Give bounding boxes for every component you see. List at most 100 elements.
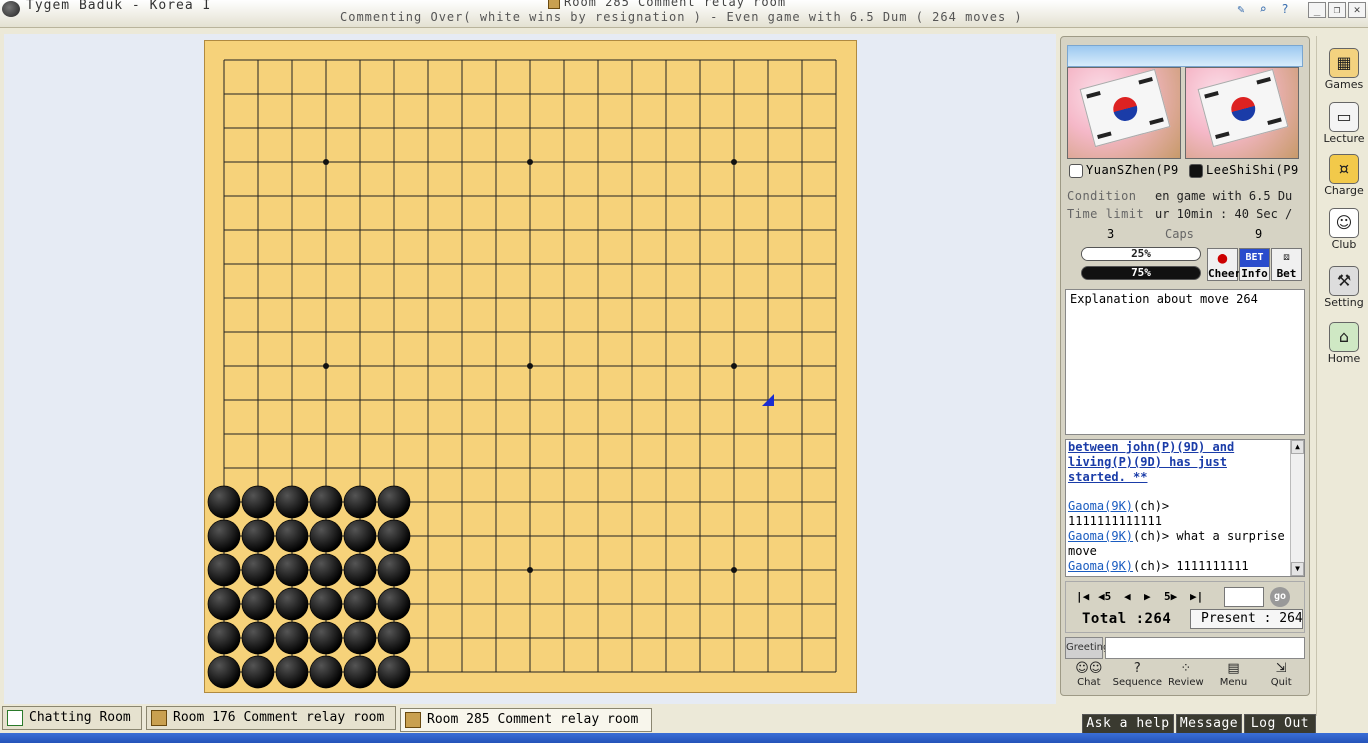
cheer-button[interactable]: ● Cheer <box>1207 248 1241 281</box>
black-stone <box>309 587 343 621</box>
go-board[interactable] <box>204 40 857 693</box>
black-stone <box>377 519 411 553</box>
chat-line: Gaoma(9K)(ch)> 1111111111111 <box>1068 499 1170 528</box>
time-limit-label: Time limit <box>1067 207 1145 221</box>
bet-info-button[interactable]: BET Info <box>1239 248 1270 281</box>
black-stone-icon <box>1189 163 1203 178</box>
rose-icon: ● <box>1217 248 1228 267</box>
star-point <box>731 363 737 369</box>
total-moves: Total :264 <box>1082 611 1172 627</box>
edit-icon[interactable]: ✎ <box>1232 1 1250 17</box>
monitor-icon: ▭ <box>1329 102 1359 132</box>
black-win-bar: 75% <box>1081 266 1201 280</box>
black-stone <box>343 553 377 587</box>
quit-button[interactable]: ⇲ Quit <box>1257 661 1305 693</box>
logout-button[interactable]: Log Out <box>1244 714 1316 734</box>
black-stone <box>377 485 411 519</box>
dice-icon: ⚄ <box>1283 252 1290 263</box>
black-stone <box>207 655 241 689</box>
restore-button[interactable]: ❐ <box>1328 2 1346 18</box>
black-stone <box>343 655 377 689</box>
black-stone <box>377 621 411 655</box>
black-player-avatar <box>1185 67 1299 159</box>
white-player-name[interactable]: YuanSZhen(P9 <box>1069 163 1185 181</box>
tab-room-285[interactable]: Room 285 Comment relay room <box>400 708 652 732</box>
time-limit-value: ur 10min : 40 Sec / <box>1155 207 1293 221</box>
message-button[interactable]: Message <box>1176 714 1242 734</box>
close-button[interactable]: ✕ <box>1348 2 1366 18</box>
chat-log[interactable]: between john(P)(9D) and living(P)(9D) ha… <box>1065 439 1305 577</box>
black-stone <box>309 485 343 519</box>
ask-help-button[interactable]: Ask a help <box>1082 714 1174 734</box>
sidebar-item-club[interactable]: ☺ Club <box>1319 206 1368 256</box>
greeting-input[interactable] <box>1105 637 1305 659</box>
menu-button[interactable]: ▤ Menu <box>1210 661 1258 693</box>
sidebar-item-setting[interactable]: ⚒ Setting <box>1319 264 1368 314</box>
room-title: Room 285 Comment relay room <box>548 0 786 9</box>
sidebar-item-charge[interactable]: ¤ Charge <box>1319 152 1368 202</box>
scroll-up-icon[interactable]: ▲ <box>1291 440 1304 454</box>
room-icon <box>405 712 421 728</box>
black-stone <box>241 587 275 621</box>
search-icon[interactable]: ⌕ <box>1254 1 1272 17</box>
black-stone <box>275 621 309 655</box>
chat-line: Gaoma(9K)(ch)> what a surprise move <box>1068 529 1285 558</box>
star-point <box>323 363 329 369</box>
chat-nick[interactable]: Gaoma(9K) <box>1068 529 1133 543</box>
app-icon <box>2 1 20 17</box>
move-number-input[interactable] <box>1224 587 1264 607</box>
forward-5-button[interactable]: 5▶ <box>1164 590 1177 603</box>
black-stone <box>309 519 343 553</box>
minimize-button[interactable]: _ <box>1308 2 1326 18</box>
sequence-button[interactable]: ? Sequence <box>1113 661 1162 693</box>
black-stone <box>343 587 377 621</box>
black-stone <box>207 485 241 519</box>
black-player-name[interactable]: LeeShiShi(P9 <box>1189 163 1305 181</box>
white-player-avatar <box>1067 67 1181 159</box>
black-captures: 9 <box>1255 227 1263 241</box>
first-move-button[interactable]: |◀ <box>1076 590 1089 603</box>
previous-move-button[interactable]: ◀ <box>1124 590 1131 603</box>
sidebar-item-lecture[interactable]: ▭ Lecture <box>1319 100 1368 150</box>
sidebar-item-home[interactable]: ⌂ Home <box>1319 320 1368 370</box>
sidebar-item-games[interactable]: ▦ Games <box>1319 46 1368 96</box>
bet-button[interactable]: ⚄ Bet <box>1271 248 1302 281</box>
condition-value: en game with 6.5 Du <box>1155 189 1293 203</box>
tools-icon: ⚒ <box>1329 266 1359 296</box>
exit-icon: ⇲ <box>1275 661 1287 676</box>
review-icon: ⁘ <box>1180 661 1192 676</box>
go-board-icon: ▦ <box>1329 48 1359 78</box>
last-move-button[interactable]: ▶| <box>1190 590 1203 603</box>
os-taskbar <box>0 733 1368 743</box>
black-stone <box>241 485 275 519</box>
chat-scrollbar[interactable]: ▲ ▼ <box>1290 440 1304 576</box>
home-icon <box>7 710 23 726</box>
window-controls: _ ❐ ✕ <box>1308 2 1366 18</box>
black-stone <box>207 553 241 587</box>
next-move-button[interactable]: ▶ <box>1144 590 1151 603</box>
black-stone <box>309 655 343 689</box>
board-canvas[interactable] <box>205 41 858 694</box>
review-button[interactable]: ⁘ Review <box>1162 661 1210 693</box>
tab-room-176[interactable]: Room 176 Comment relay room <box>146 706 396 730</box>
app-title: Tygem Baduk - Korea I <box>26 0 212 13</box>
tab-chatting-room[interactable]: Chatting Room <box>2 706 142 730</box>
greeting-label[interactable]: Greeting <box>1065 637 1109 659</box>
scroll-down-icon[interactable]: ▼ <box>1291 562 1304 576</box>
chat-nick[interactable]: Gaoma(9K) <box>1068 499 1133 513</box>
black-stone <box>241 553 275 587</box>
back-5-button[interactable]: ◀5 <box>1098 590 1111 603</box>
go-button[interactable]: go <box>1270 587 1290 607</box>
help-icon[interactable]: ? <box>1276 1 1294 17</box>
room-icon <box>548 0 560 9</box>
game-start-notice[interactable]: between john(P)(9D) and living(P)(9D) ha… <box>1068 440 1288 485</box>
black-stone <box>275 485 309 519</box>
chat-icon: ☺☺ <box>1075 661 1103 676</box>
condition-label: Condition <box>1067 189 1137 203</box>
black-stone <box>275 655 309 689</box>
chat-nick[interactable]: Gaoma(9K) <box>1068 559 1133 573</box>
chat-button[interactable]: ☺☺ Chat <box>1065 661 1113 693</box>
black-stone <box>275 587 309 621</box>
white-stone-icon <box>1069 163 1083 178</box>
black-stone <box>207 519 241 553</box>
